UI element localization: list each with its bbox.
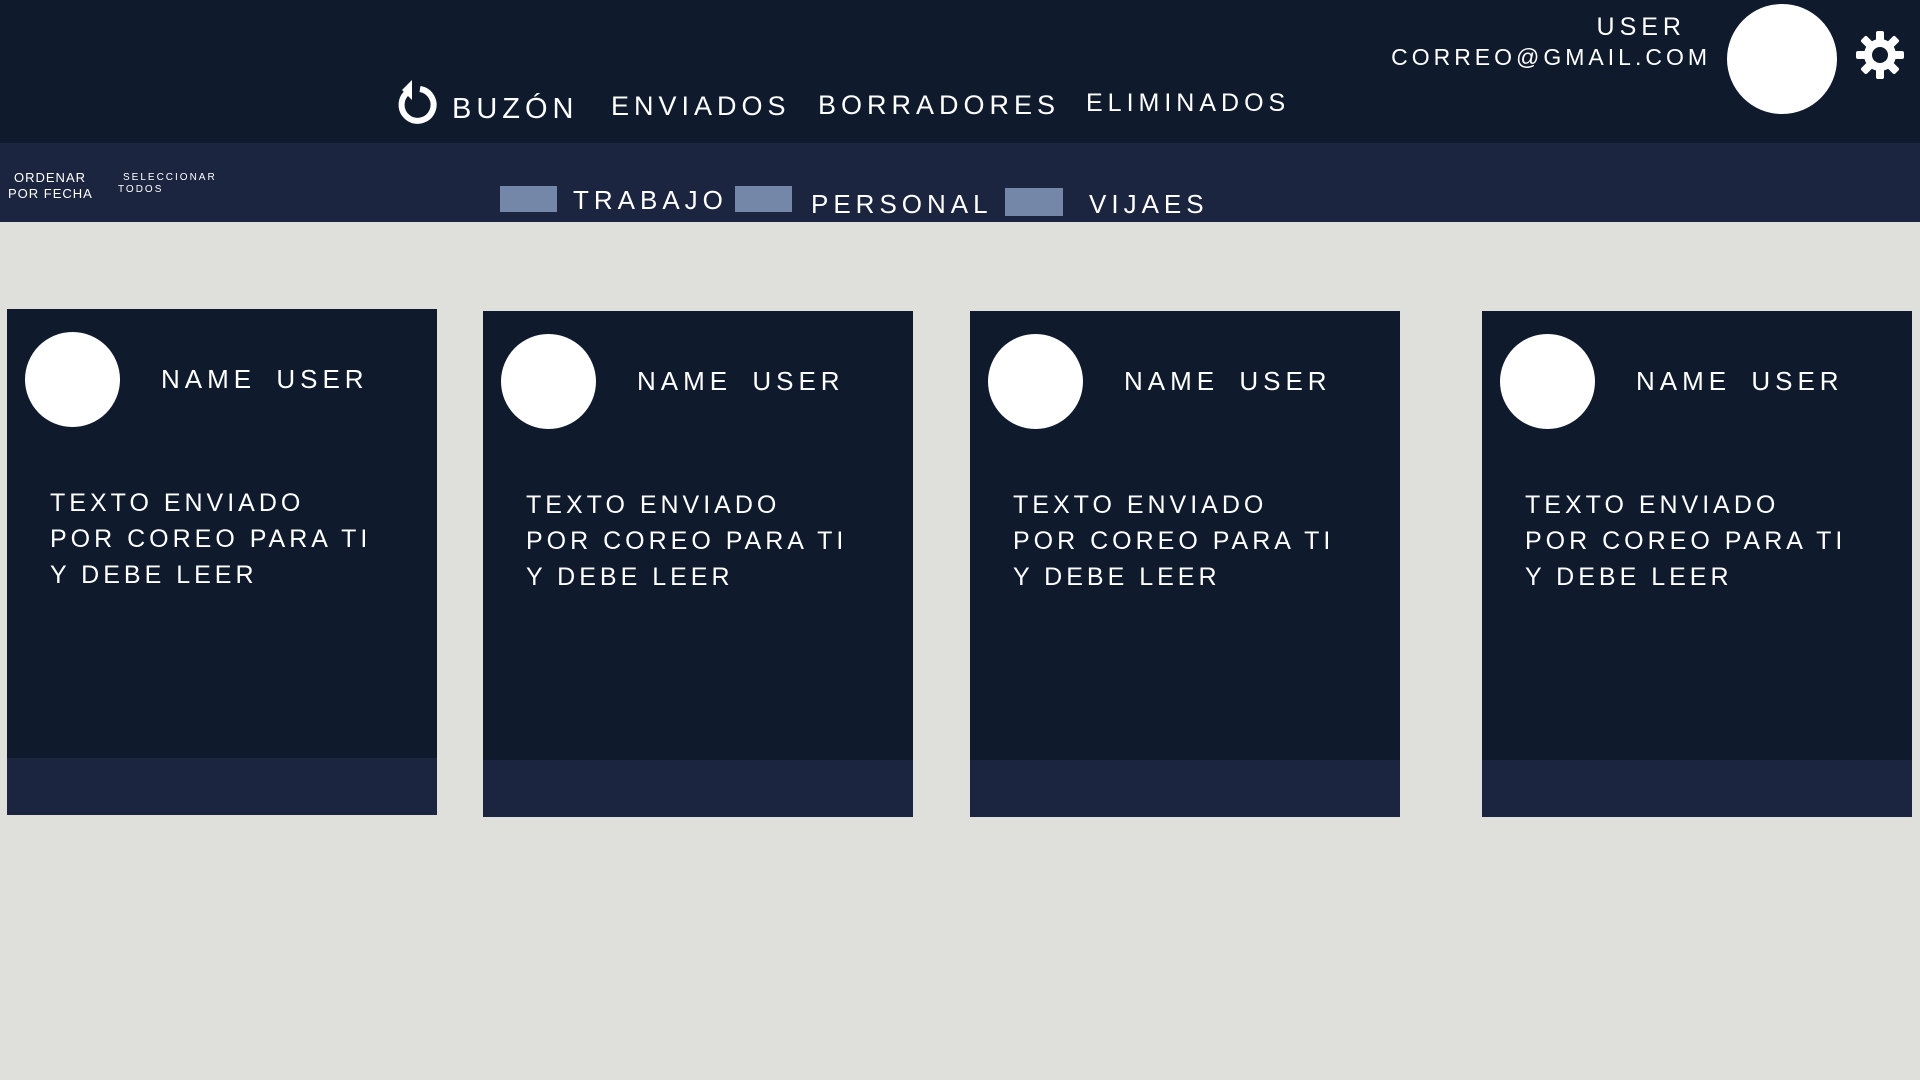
email-preview-line: POR COREO PARA TI <box>50 525 372 553</box>
user-name: USER <box>1596 13 1686 41</box>
select-all-label-line1: SELECCIONAR <box>123 172 217 183</box>
card-footer <box>970 760 1400 817</box>
sender-avatar <box>501 334 596 429</box>
email-preview-line: POR COREO PARA TI <box>526 527 848 555</box>
card-footer <box>7 758 437 815</box>
select-all-button[interactable]: SELECCIONAR TODOS <box>118 172 217 196</box>
email-preview-line: TEXTO ENVIADO <box>50 489 305 517</box>
label-color-personal[interactable] <box>735 186 792 212</box>
user-email: CORREO@GMAIL.COM <box>1391 44 1711 70</box>
email-preview: TEXTO ENVIADO POR COREO PARA TI Y DEBE L… <box>1013 487 1393 595</box>
email-preview: TEXTO ENVIADO POR COREO PARA TI Y DEBE L… <box>50 485 430 593</box>
sender-avatar <box>25 332 120 427</box>
sender-avatar <box>988 334 1083 429</box>
sender-avatar <box>1500 334 1595 429</box>
email-card[interactable]: NAME USER TEXTO ENVIADO POR COREO PARA T… <box>483 311 913 817</box>
nav-drafts[interactable]: BORRADORES <box>818 90 1060 121</box>
email-preview: TEXTO ENVIADO POR COREO PARA TI Y DEBE L… <box>526 487 906 595</box>
sender-name: NAME USER <box>1636 366 1844 396</box>
label-personal[interactable]: PERSONAL <box>811 189 993 220</box>
email-preview-line: POR COREO PARA TI <box>1013 527 1335 555</box>
nav-inbox[interactable]: BUZÓN <box>452 93 579 126</box>
email-preview-line: Y DEBE LEER <box>526 563 734 591</box>
select-all-label-line2: TODOS <box>118 184 164 195</box>
refresh-icon[interactable] <box>396 78 440 126</box>
label-color-travel[interactable] <box>1005 188 1063 216</box>
sender-name: NAME USER <box>1124 366 1332 396</box>
nav-deleted[interactable]: ELIMINADOS <box>1086 89 1290 118</box>
email-preview-line: Y DEBE LEER <box>1525 563 1733 591</box>
sort-label-line2: POR FECHA <box>8 185 93 201</box>
top-navigation-bar: BUZÓN ENVIADOS BORRADORES ELIMINADOS USE… <box>0 0 1920 143</box>
email-preview-line: TEXTO ENVIADO <box>1525 491 1780 519</box>
gear-icon[interactable] <box>1855 30 1905 80</box>
email-preview-line: TEXTO ENVIADO <box>1013 491 1268 519</box>
sort-label-line1: ORDENAR <box>14 170 87 185</box>
email-preview: TEXTO ENVIADO POR COREO PARA TI Y DEBE L… <box>1525 487 1905 595</box>
label-work[interactable]: TRABAJO <box>573 185 728 216</box>
sender-name: NAME USER <box>161 364 369 394</box>
email-preview-line: POR COREO PARA TI <box>1525 527 1847 555</box>
user-avatar[interactable] <box>1727 4 1837 114</box>
email-card[interactable]: NAME USER TEXTO ENVIADO POR COREO PARA T… <box>1482 311 1912 817</box>
label-color-work[interactable] <box>500 186 557 212</box>
email-preview-line: Y DEBE LEER <box>1013 563 1221 591</box>
email-card[interactable]: NAME USER TEXTO ENVIADO POR COREO PARA T… <box>970 311 1400 817</box>
card-footer <box>1482 760 1912 817</box>
email-preview-line: TEXTO ENVIADO <box>526 491 781 519</box>
email-preview-line: Y DEBE LEER <box>50 561 258 589</box>
nav-sent[interactable]: ENVIADOS <box>611 91 791 122</box>
label-travel[interactable]: VIJAES <box>1089 189 1209 220</box>
sender-name: NAME USER <box>637 366 845 396</box>
sort-by-date-button[interactable]: ORDENAR POR FECHA <box>8 170 93 201</box>
email-card[interactable]: NAME USER TEXTO ENVIADO POR COREO PARA T… <box>7 309 437 815</box>
card-footer <box>483 760 913 817</box>
